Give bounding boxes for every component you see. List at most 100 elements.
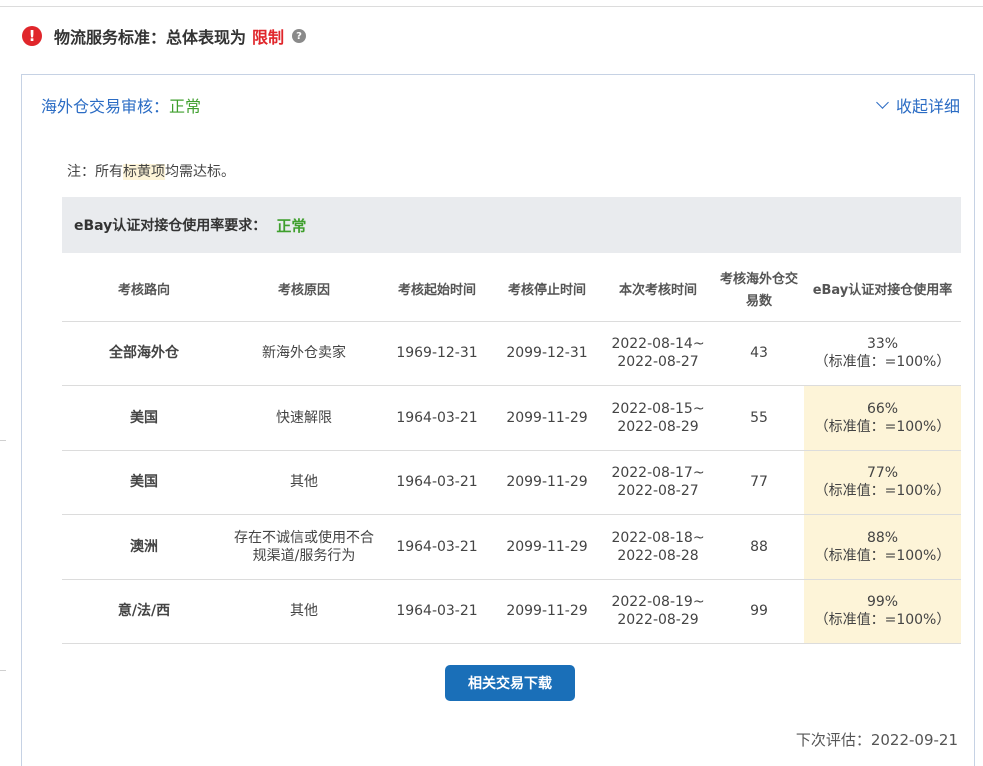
stop-text: 2099-11-29 (506, 603, 588, 620)
review-table: 考核路向 考核原因 考核起始时间 考核停止时间 本次考核时间 考核海外仓交易数 … (62, 261, 961, 644)
cell-count: 55 (714, 385, 804, 451)
cell-route: 澳洲 (62, 514, 226, 580)
cell-route: 美国 (62, 385, 226, 451)
route-text: 澳洲 (130, 538, 158, 555)
cell-start: 1964-03-21 (382, 450, 492, 515)
header-status: 限制 (252, 28, 285, 47)
cell-reason: 存在不诚信或使用不合规渠道/服务行为 (226, 514, 382, 580)
start-text: 1969-12-31 (396, 345, 478, 362)
rate-standard: （标准值：=100%） (814, 612, 951, 629)
route-text: 美国 (130, 474, 158, 491)
left-divider (0, 440, 6, 441)
cell-reason: 其他 (226, 450, 382, 515)
usage-section-bar: eBay认证对接仓使用率要求： 正常 (62, 197, 961, 253)
section-status: 正常 (276, 216, 307, 235)
cell-count: 77 (714, 450, 804, 515)
period-start: 2022-08-14~ (611, 336, 705, 353)
panel-title-label: 海外仓交易审核： (41, 97, 170, 116)
table-row: 意/法/西 其他 1964-03-21 2099-11-29 2022-08-19~ 20… (62, 579, 961, 644)
reason-text: 存在不诚信或使用不合规渠道/服务行为 (234, 529, 374, 564)
cell-count: 43 (714, 321, 804, 386)
download-transactions-button[interactable]: 相关交易下载 (445, 665, 575, 701)
stop-text: 2099-11-29 (506, 474, 588, 491)
collapse-details-button[interactable]: 收起详细 (876, 93, 960, 117)
count-text: 77 (750, 474, 768, 491)
note-suffix: 均需达标。 (165, 164, 235, 180)
count-text: 43 (750, 345, 768, 362)
panel-status: 正常 (169, 97, 202, 116)
reason-text: 新海外仓卖家 (262, 345, 346, 362)
cell-route: 美国 (62, 450, 226, 515)
rate-standard: （标准值：=100%） (814, 354, 951, 371)
table-row: 美国 快速解限 1964-03-21 2099-11-29 2022-08-15~ 202… (62, 385, 961, 451)
cell-period: 2022-08-19~ 2022-08-29 (602, 579, 714, 644)
table-row: 澳洲 存在不诚信或使用不合规渠道/服务行为 1964-03-21 2099-11-29… (62, 514, 961, 580)
header-rate: eBay认证对接仓使用率 (804, 261, 961, 322)
route-text: 意/法/西 (117, 603, 171, 620)
cell-stop: 2099-11-29 (492, 579, 602, 644)
header-reason: 考核原因 (226, 261, 382, 322)
rate-value: 77% (866, 465, 899, 482)
start-text: 1964-03-21 (396, 474, 478, 491)
start-text: 1964-03-21 (396, 538, 478, 555)
cell-start: 1964-03-21 (382, 514, 492, 580)
overseas-review-panel: 海外仓交易审核：正常 收起详细 注：所有标黄项均需达标。 eBay认证对接仓使用… (21, 74, 975, 766)
count-text: 88 (750, 538, 768, 555)
rate-standard: （标准值：=100%） (814, 483, 951, 500)
header-route: 考核路向 (62, 261, 226, 322)
note-highlight: 标黄项 (123, 164, 165, 180)
route-text: 全部海外仓 (109, 345, 179, 362)
cell-rate: 77% （标准值：=100%） (804, 450, 961, 515)
help-icon[interactable]: ? (292, 29, 307, 43)
cell-start: 1964-03-21 (382, 579, 492, 644)
cell-reason: 快速解限 (226, 385, 382, 451)
period-start: 2022-08-17~ (611, 465, 705, 482)
stop-text: 2099-12-31 (506, 345, 588, 362)
route-text: 美国 (130, 409, 158, 426)
panel-title: 海外仓交易审核：正常 (41, 93, 201, 117)
start-text: 1964-03-21 (396, 409, 478, 426)
count-text: 99 (750, 603, 768, 620)
next-evaluation: 下次评估：2022-09-21 (795, 731, 958, 749)
cell-period: 2022-08-15~ 2022-08-29 (602, 385, 714, 451)
cell-period: 2022-08-14~ 2022-08-27 (602, 321, 714, 386)
cell-stop: 2099-11-29 (492, 385, 602, 451)
reason-text: 其他 (290, 603, 318, 620)
logistics-header: ! 物流服务标准：总体表现为 限制 ? (22, 24, 307, 48)
cell-reason: 其他 (226, 579, 382, 644)
table-row: 美国 其他 1964-03-21 2099-11-29 2022-08-17~ 2022-… (62, 450, 961, 515)
period-end: 2022-08-27 (617, 483, 699, 500)
collapse-label: 收起详细 (895, 97, 960, 116)
period-start: 2022-08-15~ (611, 400, 705, 417)
period-end: 2022-08-29 (617, 612, 699, 629)
stop-text: 2099-11-29 (506, 538, 588, 555)
rate-value: 33% (866, 336, 899, 353)
cell-start: 1964-03-21 (382, 385, 492, 451)
cell-period: 2022-08-17~ 2022-08-27 (602, 450, 714, 515)
stop-text: 2099-11-29 (506, 409, 588, 426)
cell-rate: 88% （标准值：=100%） (804, 514, 961, 580)
note-prefix: 注：所有 (67, 164, 123, 180)
cell-period: 2022-08-18~ 2022-08-28 (602, 514, 714, 580)
cell-count: 88 (714, 514, 804, 580)
period-end: 2022-08-28 (617, 547, 699, 564)
header-count: 考核海外仓交易数 (714, 261, 804, 322)
cell-count: 99 (714, 579, 804, 644)
left-divider (0, 670, 6, 671)
header-stop: 考核停止时间 (492, 261, 602, 322)
period-start: 2022-08-19~ (611, 594, 705, 611)
cell-route: 意/法/西 (62, 579, 226, 644)
table-header-row: 考核路向 考核原因 考核起始时间 考核停止时间 本次考核时间 考核海外仓交易数 … (62, 261, 961, 322)
note-text: 注：所有标黄项均需达标。 (67, 161, 235, 181)
cell-rate: 66% （标准值：=100%） (804, 385, 961, 451)
rate-value: 88% (866, 529, 899, 546)
cell-reason: 新海外仓卖家 (226, 321, 382, 386)
table-row: 全部海外仓 新海外仓卖家 1969-12-31 2099-12-31 2022-08-1… (62, 321, 961, 386)
count-text: 55 (750, 409, 768, 426)
cell-stop: 2099-12-31 (492, 321, 602, 386)
cell-rate: 99% （标准值：=100%） (804, 579, 961, 644)
header-title: 物流服务标准：总体表现为 (54, 28, 247, 47)
rate-standard: （标准值：=100%） (814, 418, 951, 435)
cell-stop: 2099-11-29 (492, 514, 602, 580)
section-label: eBay认证对接仓使用率要求： (74, 218, 267, 234)
